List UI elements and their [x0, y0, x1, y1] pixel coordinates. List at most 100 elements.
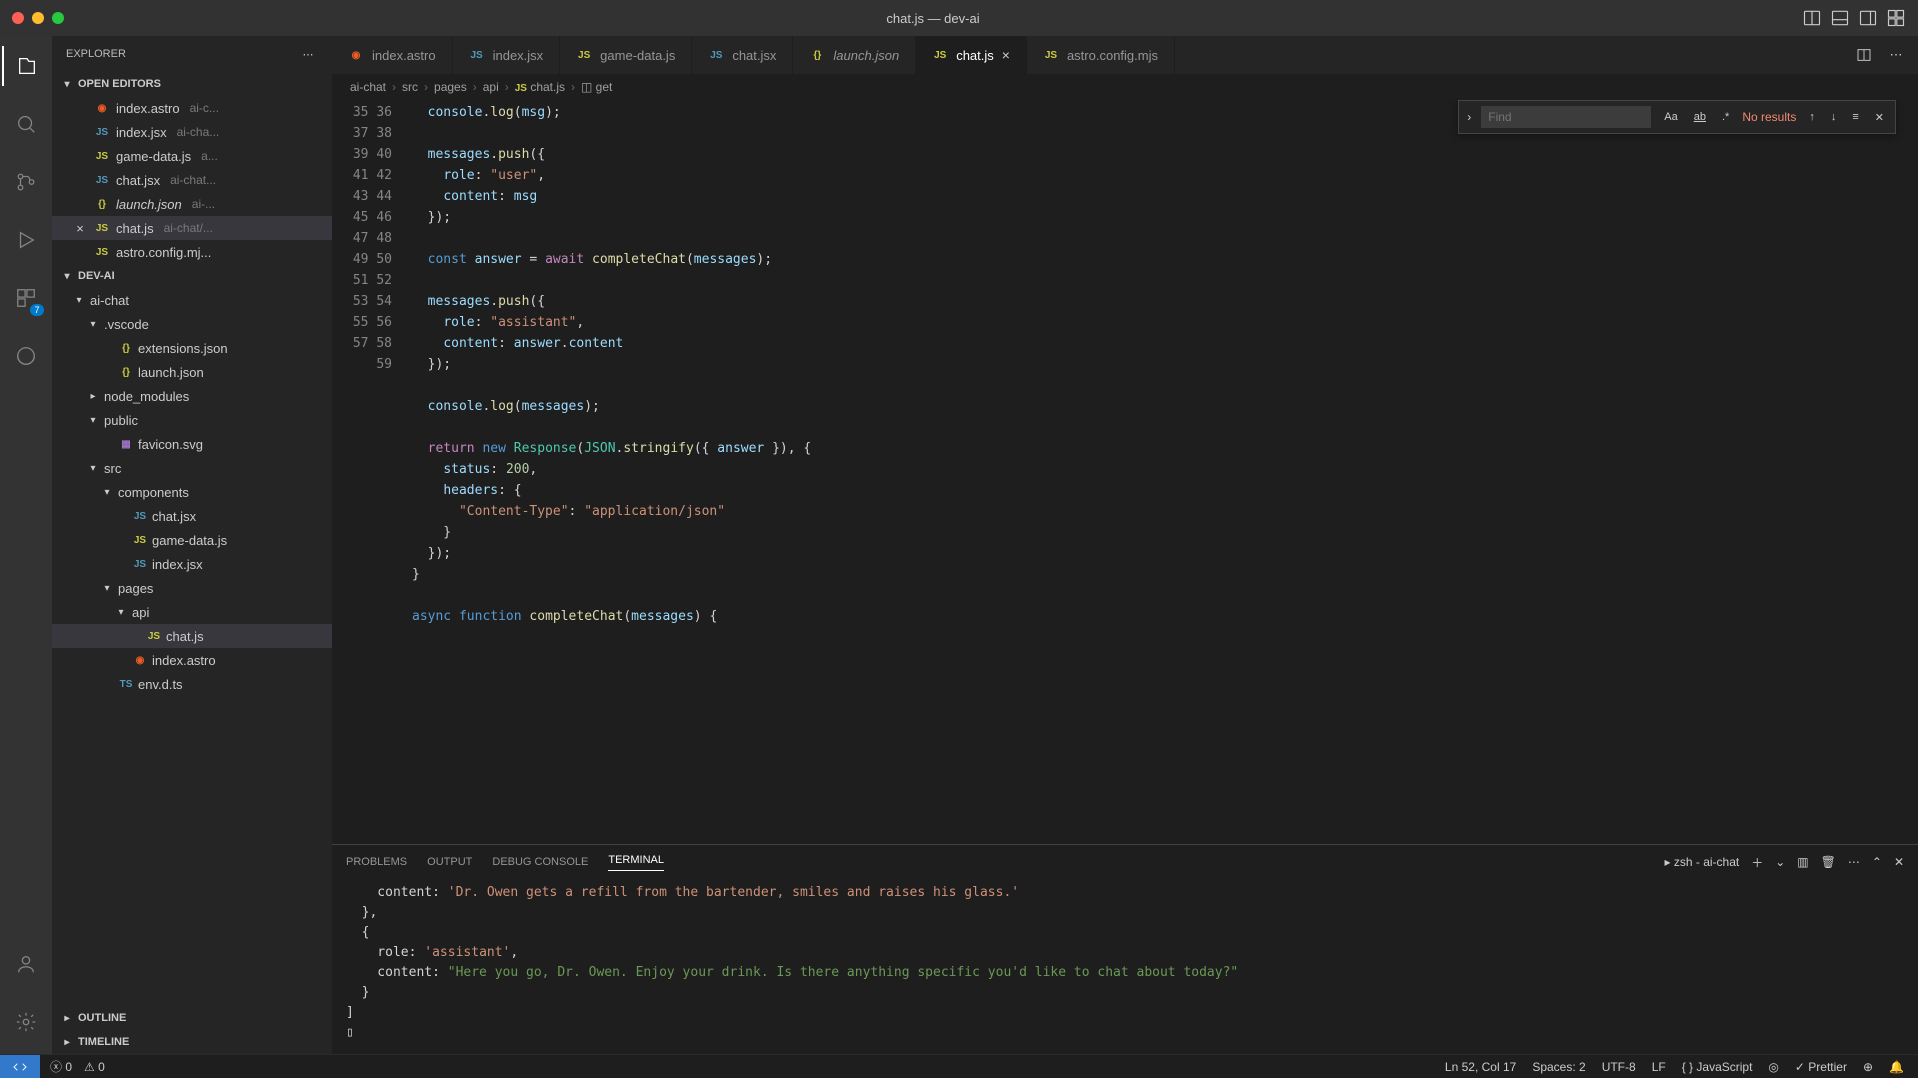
- status-errors[interactable]: ⓧ 0: [50, 1058, 72, 1075]
- tree-item[interactable]: ▾public: [52, 408, 332, 432]
- tree-item[interactable]: JSindex.jsx: [52, 552, 332, 576]
- find-selection-icon[interactable]: ≡: [1849, 110, 1861, 124]
- tree-item[interactable]: ▾ai-chat: [52, 288, 332, 312]
- breadcrumb-item[interactable]: ◫ get: [581, 80, 612, 94]
- editor-tab[interactable]: {}launch.json: [793, 36, 916, 74]
- tree-item[interactable]: ◉index.astro: [52, 648, 332, 672]
- breadcrumb-item[interactable]: src: [402, 80, 418, 94]
- terminal-dropdown[interactable]: ▸ zsh - ai-chat: [1665, 855, 1740, 869]
- tree-item[interactable]: ▾components: [52, 480, 332, 504]
- edge-tools-icon[interactable]: [2, 336, 50, 376]
- debug-icon[interactable]: [2, 220, 50, 260]
- regex-icon[interactable]: .*: [1719, 110, 1732, 124]
- tree-item[interactable]: {}extensions.json: [52, 336, 332, 360]
- status-encoding[interactable]: UTF-8: [1602, 1060, 1636, 1074]
- editor-tab[interactable]: JSchat.js×: [916, 36, 1027, 74]
- terminal-chevron-down-icon[interactable]: ⌄: [1775, 855, 1785, 869]
- tree-item[interactable]: ▾.vscode: [52, 312, 332, 336]
- layout-panel-icon[interactable]: [1802, 8, 1822, 28]
- more-icon[interactable]: ⋯: [1848, 855, 1860, 869]
- close-icon[interactable]: ×: [1002, 47, 1010, 63]
- status-bell-icon[interactable]: 🔔: [1889, 1060, 1904, 1074]
- project-section[interactable]: ▾ DEV-AI: [52, 264, 332, 288]
- panel-tab[interactable]: DEBUG CONSOLE: [492, 856, 588, 868]
- new-terminal-icon[interactable]: ＋: [1751, 854, 1763, 871]
- editor-tab[interactable]: JSchat.jsx: [692, 36, 793, 74]
- gear-icon[interactable]: [2, 1002, 50, 1042]
- tree-item[interactable]: JSchat.js: [52, 624, 332, 648]
- tree-item[interactable]: ▾src: [52, 456, 332, 480]
- find-next-icon[interactable]: ↓: [1828, 110, 1840, 124]
- close-window-icon[interactable]: [12, 12, 24, 24]
- open-editor-item[interactable]: ×JSchat.jsai-chat/...: [52, 216, 332, 240]
- status-feedback-icon[interactable]: ⊕: [1863, 1060, 1873, 1074]
- terminal[interactable]: content: 'Dr. Owen gets a refill from th…: [332, 879, 1918, 1054]
- status-eol[interactable]: LF: [1652, 1060, 1666, 1074]
- status-spaces[interactable]: Spaces: 2: [1532, 1060, 1585, 1074]
- editor-tab[interactable]: JSastro.config.mjs: [1027, 36, 1175, 74]
- kill-terminal-icon[interactable]: 🗑: [1821, 855, 1836, 869]
- editor-tab[interactable]: JSindex.jsx: [453, 36, 561, 74]
- minimize-window-icon[interactable]: [32, 12, 44, 24]
- editor-tab[interactable]: ◉index.astro: [332, 36, 453, 74]
- breadcrumb-item[interactable]: JS chat.js: [515, 80, 565, 94]
- status-prettier[interactable]: ✓ Prettier: [1795, 1060, 1847, 1074]
- breadcrumb-item[interactable]: api: [483, 80, 499, 94]
- split-editor-icon[interactable]: [1854, 45, 1874, 65]
- breadcrumb-item[interactable]: pages: [434, 80, 467, 94]
- tree-item-label: node_modules: [104, 389, 189, 404]
- timeline-section[interactable]: ▸ TIMELINE: [52, 1030, 332, 1054]
- explorer-icon[interactable]: [2, 46, 50, 86]
- panel-tab[interactable]: TERMINAL: [608, 854, 664, 871]
- account-icon[interactable]: [2, 944, 50, 984]
- tree-item[interactable]: ▦favicon.svg: [52, 432, 332, 456]
- tree-item[interactable]: {}launch.json: [52, 360, 332, 384]
- extensions-icon[interactable]: 7: [2, 278, 50, 318]
- more-icon[interactable]: ⋯: [298, 44, 318, 64]
- layout-bottom-icon[interactable]: [1830, 8, 1850, 28]
- open-editor-item[interactable]: JSastro.config.mj...: [52, 240, 332, 264]
- tree-item[interactable]: ▾pages: [52, 576, 332, 600]
- tree-item[interactable]: JSgame-data.js: [52, 528, 332, 552]
- more-icon[interactable]: ⋯: [1886, 45, 1906, 65]
- open-editor-item[interactable]: ◉index.astroai-c...: [52, 96, 332, 120]
- outline-section[interactable]: ▸ OUTLINE: [52, 1006, 332, 1030]
- open-editor-item[interactable]: {}launch.jsonai-...: [52, 192, 332, 216]
- editor[interactable]: 35 36 37 38 39 40 41 42 43 44 45 46 47 4…: [332, 100, 1918, 844]
- breadcrumb-item[interactable]: ai-chat: [350, 80, 386, 94]
- tree-item[interactable]: TSenv.d.ts: [52, 672, 332, 696]
- find-prev-icon[interactable]: ↑: [1806, 110, 1818, 124]
- editor-tab[interactable]: JSgame-data.js: [560, 36, 692, 74]
- open-editor-item[interactable]: JSgame-data.jsa...: [52, 144, 332, 168]
- close-panel-icon[interactable]: ✕: [1894, 855, 1904, 869]
- source-control-icon[interactable]: [2, 162, 50, 202]
- remote-icon[interactable]: [0, 1055, 40, 1078]
- find-close-icon[interactable]: ✕: [1872, 110, 1887, 125]
- panel-tab[interactable]: PROBLEMS: [346, 856, 407, 868]
- open-editor-item[interactable]: JSindex.jsxai-cha...: [52, 120, 332, 144]
- maximize-window-icon[interactable]: [52, 12, 64, 24]
- tree-item[interactable]: JSchat.jsx: [52, 504, 332, 528]
- search-icon[interactable]: [2, 104, 50, 144]
- layout-right-icon[interactable]: [1858, 8, 1878, 28]
- layout-grid-icon[interactable]: [1886, 8, 1906, 28]
- maximize-panel-icon[interactable]: ⌃: [1872, 855, 1882, 869]
- tree-item[interactable]: ▾api: [52, 600, 332, 624]
- code-content[interactable]: console.log(msg); messages.push({ role: …: [412, 100, 1918, 844]
- find-input[interactable]: [1481, 106, 1651, 128]
- split-terminal-icon[interactable]: ▥: [1797, 855, 1808, 869]
- status-radio-icon[interactable]: ◎: [1768, 1060, 1778, 1074]
- match-case-icon[interactable]: Aa: [1661, 110, 1680, 124]
- tree-item[interactable]: ▸node_modules: [52, 384, 332, 408]
- close-icon[interactable]: ×: [72, 221, 88, 236]
- status-ln-col[interactable]: Ln 52, Col 17: [1445, 1060, 1516, 1074]
- status-warnings[interactable]: ⚠ 0: [84, 1060, 105, 1074]
- file-icon: JS: [132, 559, 148, 570]
- open-editors-section[interactable]: ▾ OPEN EDITORS: [52, 72, 332, 96]
- match-word-icon[interactable]: ab: [1691, 110, 1709, 124]
- find-expand-icon[interactable]: ›: [1467, 110, 1471, 124]
- panel-tab[interactable]: OUTPUT: [427, 856, 472, 868]
- open-editor-item[interactable]: JSchat.jsxai-chat...: [52, 168, 332, 192]
- breadcrumb[interactable]: ai-chat›src›pages›api›JS chat.js›◫ get: [332, 74, 1918, 100]
- status-language[interactable]: { } JavaScript: [1682, 1060, 1753, 1074]
